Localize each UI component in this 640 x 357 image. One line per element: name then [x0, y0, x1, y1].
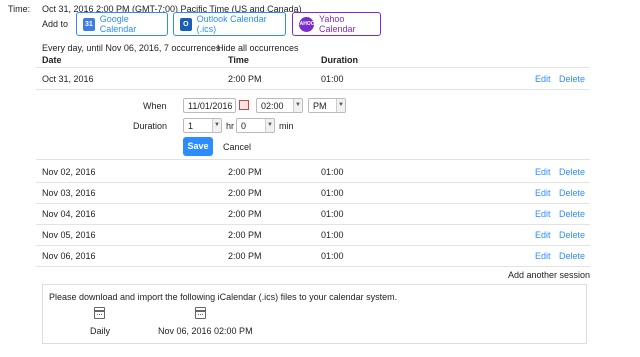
row-duration: 01:00 [321, 74, 344, 84]
row-duration: 01:00 [321, 251, 344, 261]
duration-minutes-select[interactable]: 0 ▼ [236, 118, 275, 133]
google-calendar-button[interactable]: 31 Google Calendar [76, 12, 168, 36]
table-row: Nov 02, 2016 2:00 PM 01:00 Edit Delete [36, 161, 590, 183]
daily-ics-link[interactable]: Daily [90, 326, 110, 336]
row-date: Nov 02, 2016 [42, 167, 96, 177]
min-label: min [279, 121, 294, 131]
ampm-value: PM [313, 101, 327, 111]
table-row: Nov 05, 2016 2:00 PM 01:00 Edit Delete [36, 224, 590, 246]
edit-link[interactable]: Edit [535, 251, 551, 261]
time-label: Time: [8, 4, 31, 14]
hide-occurrences-link[interactable]: Hide all occurrences [217, 43, 299, 53]
yahoo-calendar-label: Yahoo Calendar [319, 14, 356, 34]
delete-link[interactable]: Delete [559, 209, 585, 219]
row-time: 2:00 PM [228, 209, 262, 219]
edit-link[interactable]: Edit [535, 188, 551, 198]
edit-link[interactable]: Edit [535, 167, 551, 177]
date-input[interactable]: 11/01/2016 [183, 98, 236, 113]
chevron-down-icon: ▼ [212, 119, 221, 132]
row-duration: 01:00 [321, 188, 344, 198]
table-row: Nov 04, 2016 2:00 PM 01:00 Edit Delete [36, 203, 590, 225]
delete-link[interactable]: Delete [559, 188, 585, 198]
calendar-picker-icon[interactable] [239, 100, 249, 110]
delete-link[interactable]: Delete [559, 167, 585, 177]
google-calendar-icon: 31 [83, 17, 95, 31]
chevron-down-icon: ▼ [265, 119, 274, 132]
edit-link[interactable]: Edit [535, 209, 551, 219]
ampm-select[interactable]: PM ▼ [308, 98, 346, 113]
duration-minutes-value: 0 [241, 121, 247, 131]
table-row: Oct 31, 2016 2:00 PM 01:00 Edit Delete [36, 68, 590, 90]
occurrence-ics-link[interactable]: Nov 06, 2016 02:00 PM [158, 326, 253, 336]
duration-hours-select[interactable]: 1 ▼ [183, 118, 222, 133]
outlook-calendar-button[interactable]: O Outlook Calendar (.ics) [173, 12, 286, 36]
outlook-calendar-label: Outlook Calendar (.ics) [196, 14, 267, 34]
outlook-calendar-icon: O [180, 17, 192, 31]
row-date: Oct 31, 2016 [42, 74, 94, 84]
row-time: 2:00 PM [228, 188, 262, 198]
calendar-file-icon[interactable] [94, 307, 105, 319]
hour-select[interactable]: 02:00 ▼ [256, 98, 303, 113]
row-date: Nov 05, 2016 [42, 230, 96, 240]
duration-label: Duration [133, 121, 168, 131]
recurrence-summary: Every day, until Nov 06, 2016, 7 occurre… [42, 43, 221, 53]
date-column-header: Date [42, 55, 62, 65]
row-time: 2:00 PM [228, 167, 262, 177]
edit-link[interactable]: Edit [535, 230, 551, 240]
hr-label: hr [226, 121, 235, 131]
row-duration: 01:00 [321, 230, 344, 240]
row-date: Nov 03, 2016 [42, 188, 96, 198]
row-duration: 01:00 [321, 209, 344, 219]
yahoo-calendar-icon: YAHOO! [297, 16, 316, 32]
table-row: Nov 06, 2016 2:00 PM 01:00 Edit Delete [36, 245, 590, 267]
row-time: 2:00 PM [228, 251, 262, 261]
download-panel: Please download and import the following… [42, 284, 587, 344]
row-duration: 01:00 [321, 167, 344, 177]
row-date: Nov 06, 2016 [42, 251, 96, 261]
add-to-label: Add to [42, 19, 69, 29]
chevron-down-icon: ▼ [293, 99, 302, 112]
hour-value: 02:00 [261, 101, 284, 111]
row-time: 2:00 PM [228, 74, 262, 84]
google-calendar-label: Google Calendar [99, 14, 137, 34]
delete-link[interactable]: Delete [559, 251, 585, 261]
add-session-link[interactable]: Add another session [508, 270, 590, 280]
duration-column-header: Duration [321, 55, 358, 65]
table-row: Nov 03, 2016 2:00 PM 01:00 Edit Delete [36, 182, 590, 204]
calendar-file-icon[interactable] [195, 307, 206, 319]
yahoo-calendar-button[interactable]: YAHOO! Yahoo Calendar [292, 12, 381, 36]
when-label: When [143, 101, 167, 111]
download-message: Please download and import the following… [49, 292, 398, 302]
duration-hours-value: 1 [188, 121, 194, 131]
cancel-link[interactable]: Cancel [223, 142, 251, 152]
delete-link[interactable]: Delete [559, 74, 585, 84]
edit-link[interactable]: Edit [535, 74, 551, 84]
row-time: 2:00 PM [228, 230, 262, 240]
row-date: Nov 04, 2016 [42, 209, 96, 219]
save-button[interactable]: Save [183, 137, 213, 156]
time-column-header: Time [228, 55, 249, 65]
delete-link[interactable]: Delete [559, 230, 585, 240]
chevron-down-icon: ▼ [336, 99, 345, 112]
